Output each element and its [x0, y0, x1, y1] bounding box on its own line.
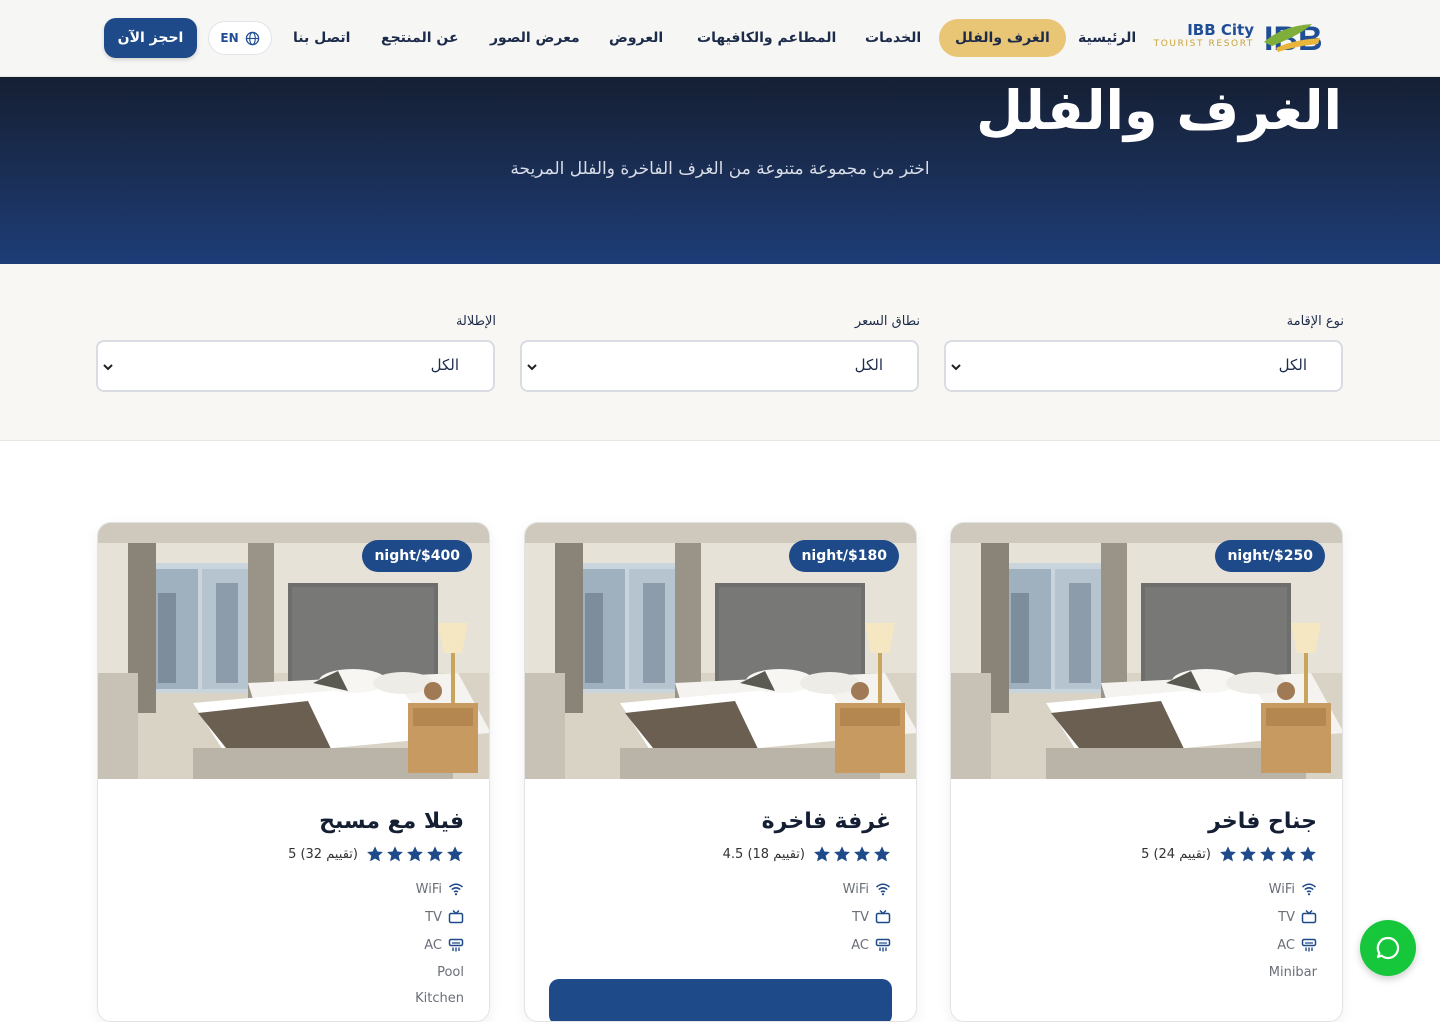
star-icon	[1239, 845, 1257, 863]
amenity-label: Pool	[437, 965, 464, 980]
ac-icon	[1301, 937, 1317, 953]
rating-text: 5 (32 تقييم)	[288, 846, 358, 862]
nav-gallery[interactable]: معرض الصور	[490, 19, 580, 57]
room-title: غرفة فاخرة	[761, 809, 891, 834]
filter-view-select[interactable]: الكل	[96, 340, 495, 392]
filter-view-value: الكل	[430, 356, 459, 374]
nav-restaurants[interactable]: المطاعم والكافيهات	[697, 19, 836, 57]
brand-name: IBB City	[1187, 21, 1254, 39]
room-card[interactable]: night/$250 جناح فاخر 5 (24 تقييم) WiFi T…	[950, 522, 1343, 1022]
amenity-ac: AC	[424, 937, 464, 953]
amenity-ac: AC	[1277, 937, 1317, 953]
amenity-label: TV	[1278, 909, 1295, 925]
nav-services[interactable]: الخدمات	[865, 19, 921, 57]
brand-text: IBB City TOURIST RESORT	[1150, 22, 1254, 50]
amenity-wifi: WiFi	[843, 881, 891, 897]
nav-contact[interactable]: اتصل بنا	[293, 19, 350, 57]
filter-type-value: الكل	[1278, 356, 1307, 374]
amenity-label: AC	[851, 937, 869, 953]
room-title: جناح فاخر	[1208, 809, 1317, 834]
ac-icon	[448, 937, 464, 953]
star-icon	[446, 845, 464, 863]
chevron-down-icon	[527, 364, 537, 371]
language-label: EN	[220, 31, 239, 45]
chevron-down-icon	[103, 364, 113, 371]
filter-type-label: نوع الإقامة	[1286, 314, 1344, 329]
room-rating: 5 (24 تقييم)	[1141, 845, 1317, 863]
book-now-button[interactable]: احجز الآن	[104, 18, 197, 58]
amenity-label: Kitchen	[415, 991, 464, 1006]
language-switch[interactable]: EN	[208, 21, 272, 55]
rating-text: 5 (24 تقييم)	[1141, 846, 1211, 862]
amenity-label: WiFi	[842, 881, 869, 897]
amenity-label: WiFi	[415, 881, 442, 897]
amenity-label: TV	[852, 909, 869, 925]
room-rating: 5 (32 تقييم)	[288, 845, 464, 863]
amenity-minibar: Minibar	[1269, 965, 1317, 980]
amenity-pool: Pool	[437, 965, 464, 980]
rating-text: 4.5 (18 تقييم)	[722, 846, 805, 862]
chat-bubble-icon	[1376, 936, 1400, 960]
amenity-label: TV	[425, 909, 442, 925]
tv-icon	[875, 909, 891, 925]
amenity-label: Minibar	[1268, 965, 1317, 980]
amenity-wifi: WiFi	[1269, 881, 1317, 897]
room-title: فيلا مع مسبح	[319, 809, 464, 834]
room-card[interactable]: night/$180 غرفة فاخرة 4.5 (18 تقييم) WiF…	[524, 522, 917, 1022]
star-icon	[1259, 845, 1277, 863]
hero-banner: الغرف والفلل اختر من مجموعة متنوعة من ال…	[0, 77, 1440, 264]
room-card[interactable]: night/$400 فيلا مع مسبح 5 (32 تقييم) WiF…	[97, 522, 490, 1022]
filter-price-select[interactable]: الكل	[520, 340, 919, 392]
amenity-kitchen: Kitchen	[415, 991, 464, 1006]
star-icon	[1219, 845, 1237, 863]
view-details-button[interactable]	[549, 979, 892, 1021]
room-rating: 4.5 (18 تقييم)	[723, 845, 891, 863]
star-icon	[853, 845, 871, 863]
wifi-icon	[1301, 881, 1317, 897]
brand-tagline: TOURIST RESORT	[1153, 39, 1254, 49]
page-title: الغرف والفلل	[976, 79, 1342, 142]
amenity-label: AC	[1277, 937, 1295, 953]
ac-icon	[875, 937, 891, 953]
brand-logo[interactable]: IBB City TOURIST RESORT IBB	[1150, 16, 1330, 56]
price-badge: night/$250	[1215, 540, 1325, 572]
page-subtitle: اختر من مجموعة متنوعة من الغرف الفاخرة و…	[510, 159, 930, 179]
star-icon	[366, 845, 384, 863]
filter-view-label: الإطلالة	[455, 314, 496, 329]
star-icon	[833, 845, 851, 863]
star-icon	[1279, 845, 1297, 863]
nav-offers[interactable]: العروض	[609, 19, 663, 57]
chat-button[interactable]	[1360, 920, 1416, 976]
chevron-down-icon	[951, 364, 961, 371]
filters-bar: نوع الإقامة الكل نطاق السعر الكل الإطلال…	[0, 264, 1440, 441]
amenity-tv: TV	[425, 909, 464, 925]
nav-about[interactable]: عن المنتجع	[381, 19, 459, 57]
star-icon	[1299, 845, 1317, 863]
star-icon	[386, 845, 404, 863]
amenity-wifi: WiFi	[416, 881, 464, 897]
amenity-label: WiFi	[1268, 881, 1295, 897]
tv-icon	[448, 909, 464, 925]
star-icon	[813, 845, 831, 863]
amenity-tv: TV	[1278, 909, 1317, 925]
wifi-icon	[448, 881, 464, 897]
filter-price-value: الكل	[854, 356, 883, 374]
filter-type-select[interactable]: الكل	[944, 340, 1343, 392]
star-icon	[406, 845, 424, 863]
star-icon	[873, 845, 891, 863]
globe-icon	[245, 31, 259, 45]
nav-home[interactable]: الرئيسية	[1078, 19, 1136, 57]
navbar: IBB City TOURIST RESORT IBB الرئيسية الغ…	[0, 0, 1440, 77]
filter-price-label: نطاق السعر	[854, 314, 920, 329]
star-icon	[426, 845, 444, 863]
wifi-icon	[875, 881, 891, 897]
price-badge: night/$180	[789, 540, 899, 572]
tv-icon	[1301, 909, 1317, 925]
price-badge: night/$400	[362, 540, 472, 572]
nav-rooms[interactable]: الغرف والفلل	[939, 19, 1066, 57]
brand-mark-icon: IBB	[1264, 20, 1323, 56]
amenity-ac: AC	[851, 937, 891, 953]
amenity-tv: TV	[852, 909, 891, 925]
amenity-label: AC	[424, 937, 442, 953]
